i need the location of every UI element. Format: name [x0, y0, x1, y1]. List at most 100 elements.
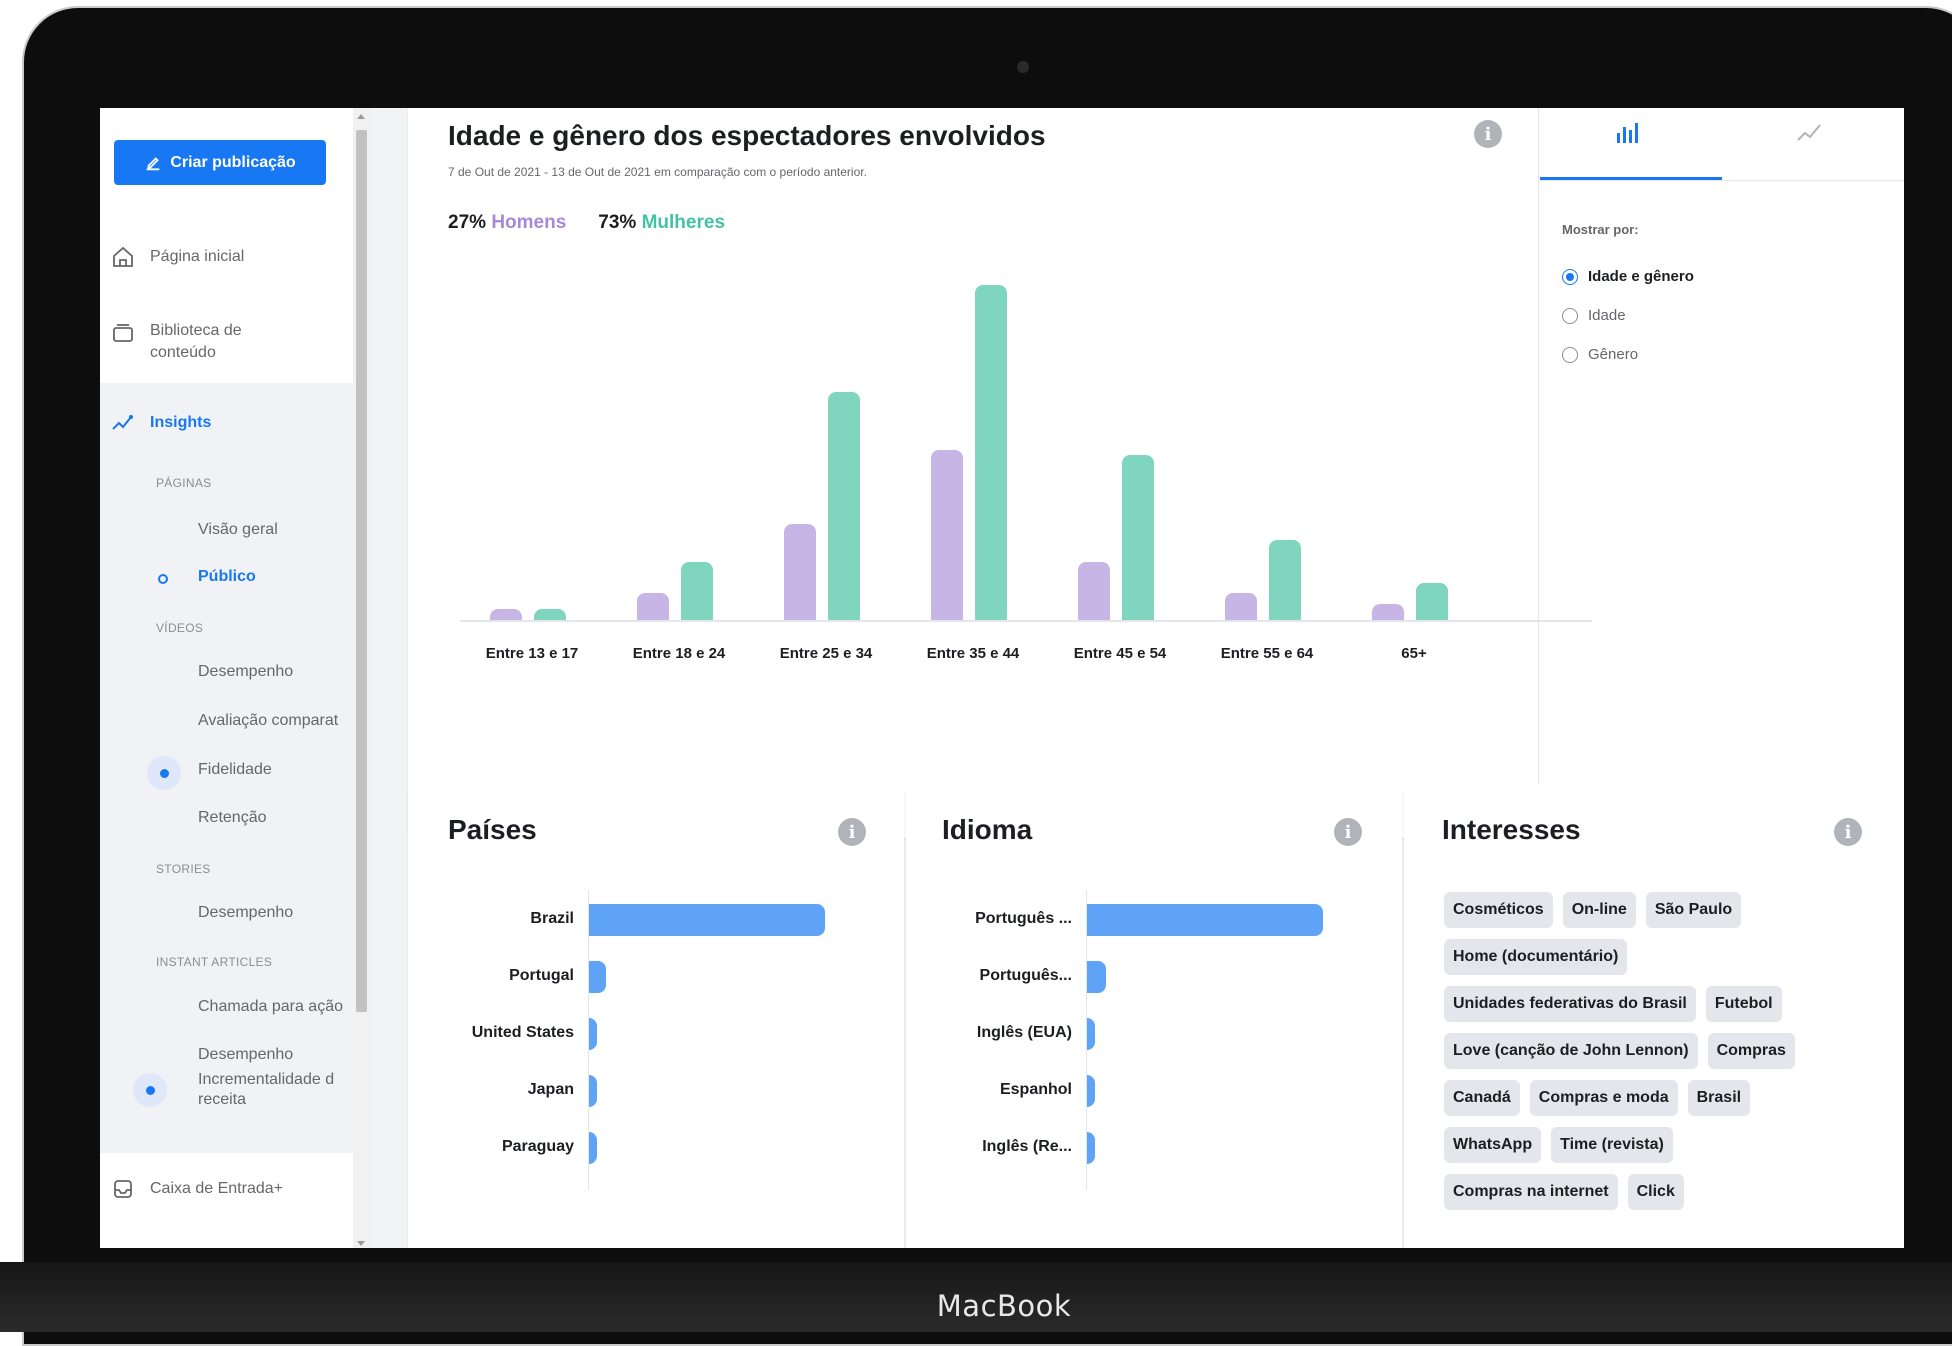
interest-chip[interactable]: Unidades federativas do Brasil: [1444, 986, 1696, 1022]
interest-chip[interactable]: Click: [1627, 1174, 1684, 1210]
interest-chip[interactable]: Canadá: [1444, 1080, 1520, 1116]
bar-chart-view-icon[interactable]: [1612, 118, 1642, 153]
sidebar-item-insights[interactable]: Insights: [110, 410, 211, 436]
men-bar[interactable]: [1225, 593, 1257, 620]
interest-chips: Cosméticos On-line São Paulo Home (document…: [1444, 892, 1844, 1210]
hbar[interactable]: [1087, 961, 1106, 993]
info-icon[interactable]: i: [1834, 818, 1862, 846]
sidebar-item-content-library[interactable]: Biblioteca de conteúdo: [110, 320, 260, 364]
men-bar[interactable]: [490, 609, 522, 620]
women-bar[interactable]: [828, 391, 860, 620]
men-bar[interactable]: [784, 524, 816, 620]
men-bar[interactable]: [1078, 561, 1110, 620]
insights-icon: [110, 410, 136, 436]
line-chart-view-icon[interactable]: [1794, 118, 1824, 153]
hbar[interactable]: [1087, 1075, 1095, 1107]
sidebar-subitem-ia-performance[interactable]: Desempenho: [198, 1046, 293, 1064]
sidebar-subitem-loyalty[interactable]: Fidelidade: [198, 761, 272, 779]
hbar-label: Português...: [979, 967, 1072, 984]
men-bar[interactable]: [637, 593, 669, 620]
sidebar-item-home[interactable]: Página inicial: [110, 244, 244, 270]
gender-legend: 27% Homens 73% Mulheres: [448, 212, 725, 234]
interest-chip[interactable]: São Paulo: [1645, 892, 1742, 928]
interest-chip[interactable]: Compras e moda: [1529, 1080, 1678, 1116]
women-bar[interactable]: [1122, 455, 1154, 620]
sidebar-subitem-call-to-action[interactable]: Chamada para ação: [198, 998, 354, 1016]
hbar[interactable]: [589, 904, 825, 936]
sidebar-subitem-video-performance[interactable]: Desempenho: [198, 663, 293, 681]
interest-chip[interactable]: Futebol: [1705, 986, 1782, 1022]
hbar-label: Português ...: [975, 910, 1072, 927]
sidebar-subitem-label: receita: [198, 1091, 247, 1108]
sidebar-subitem-stories-performance[interactable]: Desempenho: [198, 904, 293, 922]
info-icon[interactable]: i: [1334, 818, 1362, 846]
category-label: Entre 35 e 44: [926, 645, 1020, 662]
scrollbar-thumb[interactable]: [356, 130, 367, 1012]
radio-gender[interactable]: Gênero: [1562, 346, 1638, 363]
sidebar-subitem-benchmark[interactable]: Avaliação comparat: [198, 712, 354, 730]
sidebar: Criar publicação Página inicial Bibliote…: [100, 108, 354, 1248]
hbar-label: Portugal: [509, 967, 574, 984]
hbar-label: United States: [471, 1024, 574, 1041]
hbar[interactable]: [589, 1132, 597, 1164]
category-label: 65+: [1401, 645, 1427, 662]
hbar[interactable]: [589, 1018, 597, 1050]
hbar[interactable]: [1087, 1018, 1095, 1050]
radio-age[interactable]: Idade: [1562, 307, 1626, 324]
hbar[interactable]: [1087, 1132, 1095, 1164]
hbar[interactable]: [1087, 904, 1323, 936]
interest-chip[interactable]: Time (revista): [1551, 1127, 1673, 1163]
category-label: Entre 18 e 24: [632, 645, 726, 662]
interest-chip[interactable]: Brasil: [1687, 1080, 1751, 1116]
chart-subtitle: 7 de Out de 2021 - 13 de Out de 2021 em …: [448, 165, 867, 179]
sidebar-scrollbar[interactable]: [353, 108, 370, 1248]
radio-age-gender[interactable]: Idade e gênero: [1562, 268, 1694, 285]
interest-chip[interactable]: WhatsApp: [1444, 1127, 1542, 1163]
info-icon[interactable]: i: [1474, 120, 1502, 148]
camera: [1017, 61, 1029, 73]
women-legend: 73% Mulheres: [598, 212, 725, 234]
sidebar-subitem-label: Incrementalidade d: [198, 1071, 335, 1088]
men-bar[interactable]: [1372, 604, 1404, 620]
sidebar-subitem-incrementality[interactable]: Incrementalidade d receita: [198, 1070, 354, 1110]
men-pct: 27%: [448, 212, 487, 233]
category-label: Entre 45 e 54: [1073, 645, 1167, 662]
hbar-label: Espanhol: [999, 1081, 1072, 1098]
interest-chip[interactable]: Cosméticos: [1444, 892, 1553, 928]
hbar-label: Paraguay: [501, 1138, 574, 1155]
show-by-label: Mostrar por:: [1562, 222, 1639, 237]
interest-chip[interactable]: Home (documentário): [1444, 939, 1628, 975]
sidebar-subitem-retention[interactable]: Retenção: [198, 809, 267, 827]
men-legend: 27% Homens: [448, 212, 566, 234]
scroll-up-icon[interactable]: [357, 114, 365, 119]
interest-chip[interactable]: Compras na internet: [1444, 1174, 1618, 1210]
women-bar[interactable]: [975, 285, 1007, 620]
women-bar[interactable]: [1416, 582, 1448, 620]
hbar[interactable]: [589, 1075, 597, 1107]
hbar[interactable]: [589, 961, 606, 993]
women-bar[interactable]: [1269, 540, 1301, 620]
scroll-down-icon[interactable]: [357, 1241, 365, 1246]
women-bar[interactable]: [681, 561, 713, 620]
languages-card: Idioma i Português ... Português... Inglês…: [906, 784, 1402, 1248]
languages-title: Idioma: [942, 814, 1033, 845]
info-icon[interactable]: i: [838, 818, 866, 846]
screen: Criar publicação Página inicial Bibliote…: [100, 108, 1904, 1248]
men-label: Homens: [491, 212, 567, 233]
sidebar-subitem-overview[interactable]: Visão geral: [198, 521, 278, 539]
men-bar[interactable]: [931, 450, 963, 620]
interest-chip[interactable]: Compras: [1707, 1033, 1795, 1069]
section-label-pages: PÁGINAS: [156, 476, 212, 490]
active-marker-icon: [158, 574, 168, 584]
library-icon: [110, 320, 136, 346]
interest-chip[interactable]: On-line: [1562, 892, 1636, 928]
women-bar[interactable]: [534, 609, 566, 620]
sidebar-item-inbox[interactable]: Caixa de Entrada+: [110, 1176, 283, 1202]
women-label: Mulheres: [641, 212, 726, 233]
interest-chip[interactable]: Love (canção de John Lennon): [1444, 1033, 1698, 1069]
create-post-button[interactable]: Criar publicação: [114, 140, 326, 185]
inbox-icon: [110, 1176, 136, 1202]
sidebar-subitem-audience[interactable]: Público: [198, 568, 256, 586]
panel-divider: [1538, 108, 1539, 838]
device-brand-label: MacBook: [936, 1289, 1072, 1323]
